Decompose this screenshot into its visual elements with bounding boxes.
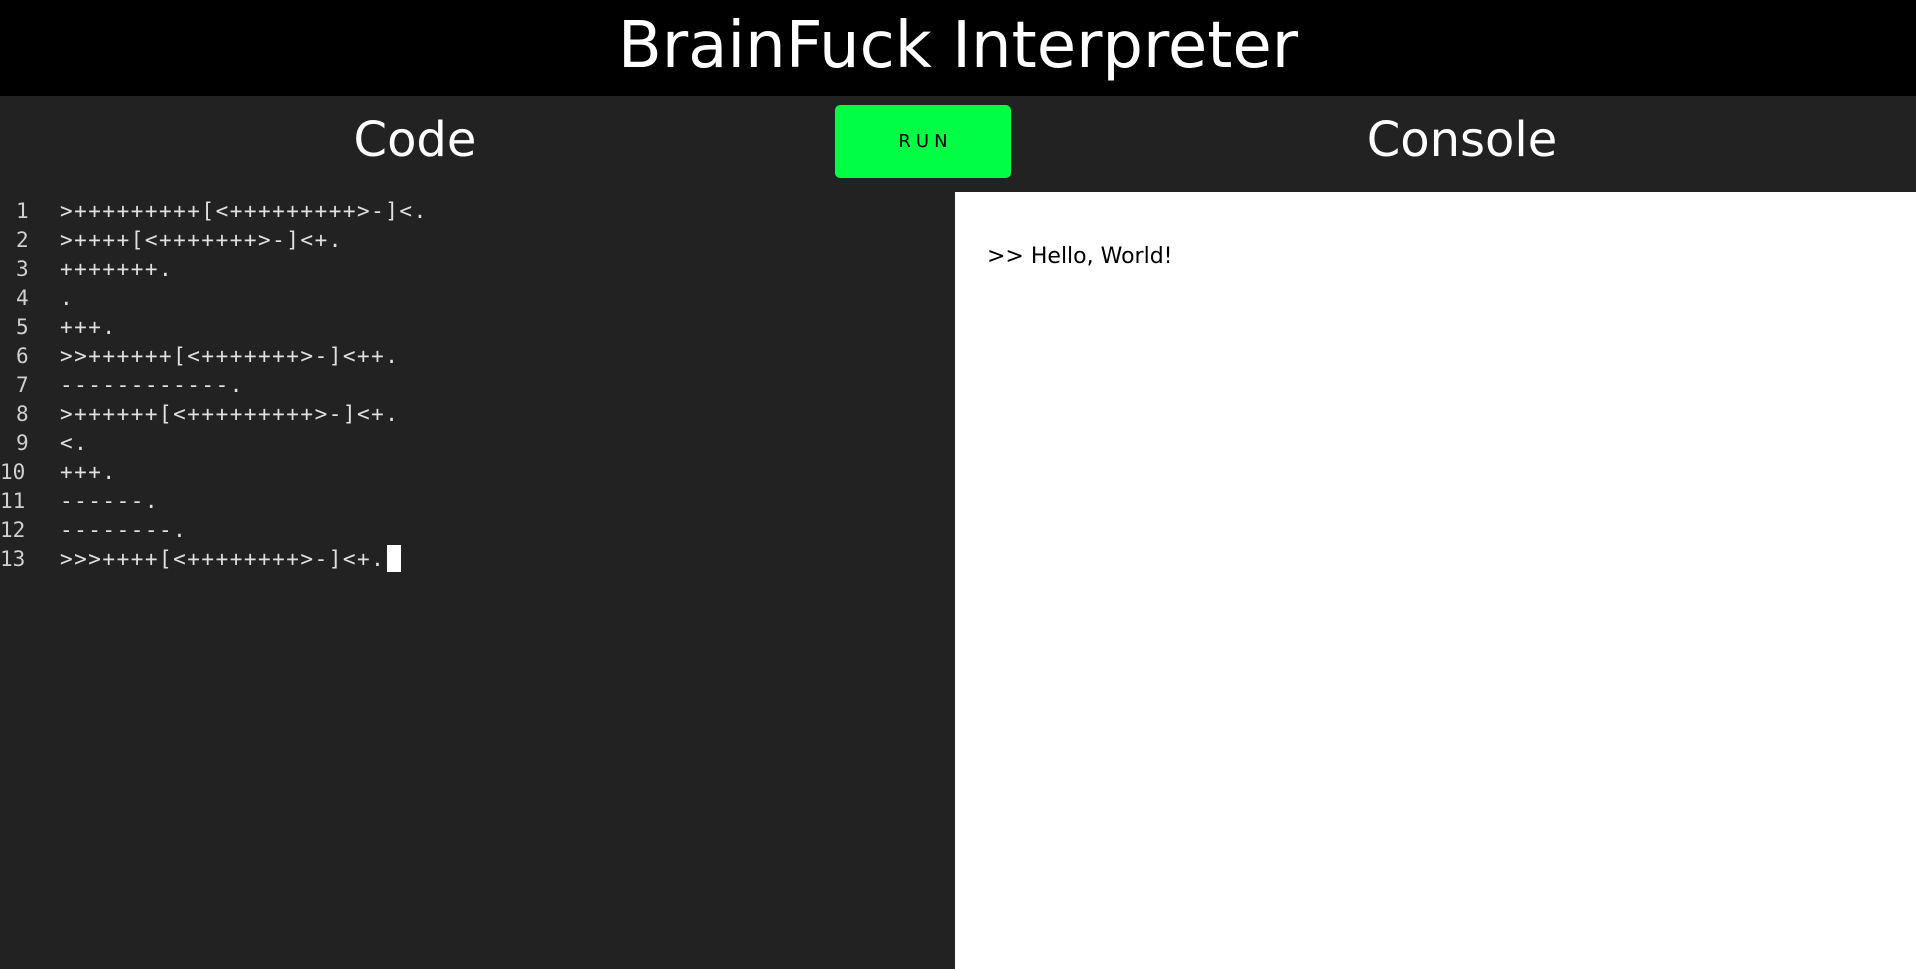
line-number: 11 (0, 489, 26, 513)
line-text[interactable]: >>++++++[<+++++++>-]<++. (60, 342, 399, 371)
run-button[interactable]: RUN (835, 105, 1011, 178)
console-panel: >> Hello, World! (955, 192, 1916, 969)
line-text[interactable]: >+++++++++[<+++++++++>-]<. (60, 197, 428, 226)
code-line[interactable]: 4. (0, 284, 428, 313)
line-number: 5 (16, 315, 29, 339)
code-line[interactable]: 6 >>++++++[<+++++++>-]<++. (0, 342, 428, 371)
line-number: 3 (16, 257, 29, 281)
code-line[interactable]: 12 --------. (0, 516, 428, 545)
line-text[interactable]: <. (60, 429, 88, 458)
line-text[interactable]: >++++[<+++++++>-]<+. (60, 226, 343, 255)
text-cursor (387, 544, 402, 572)
code-line[interactable]: 8 >++++++[<+++++++++>-]<+. (0, 400, 428, 429)
line-number: 6 (16, 344, 29, 368)
line-text[interactable]: ------. (60, 487, 159, 516)
line-text[interactable]: --------. (60, 516, 187, 545)
line-text[interactable]: . (60, 284, 74, 313)
line-text[interactable]: >>>++++[<++++++++>-]<+. (60, 545, 385, 574)
app-header: BrainFuck Interpreter (0, 0, 1916, 96)
code-line[interactable]: 13 >>>++++[<++++++++>-]<+. (0, 544, 428, 574)
toolbar: Code RUN Console (0, 96, 1916, 192)
line-number: 7 (16, 373, 29, 397)
code-panel-title: Code (353, 112, 477, 168)
console-panel-title: Console (1366, 112, 1558, 168)
code-line[interactable]: 7 ------------. (0, 371, 428, 400)
console-output: >> Hello, World! (987, 244, 1173, 269)
code-line[interactable]: 11 ------. (0, 487, 428, 516)
line-text[interactable]: +++. (60, 313, 117, 342)
page-title: BrainFuck Interpreter (617, 9, 1299, 83)
code-lines: 1 >+++++++++[<+++++++++>-]<. 2 >++++[<++++… (0, 197, 428, 574)
line-number: 13 (0, 547, 26, 571)
code-line[interactable]: 2 >++++[<+++++++>-]<+. (0, 226, 428, 255)
line-text[interactable]: ------------. (60, 371, 244, 400)
line-number: 2 (16, 228, 29, 252)
line-text[interactable]: +++++++. (60, 255, 173, 284)
code-line[interactable]: 3 +++++++. (0, 255, 428, 284)
code-editor[interactable]: 1 >+++++++++[<+++++++++>-]<. 2 >++++[<++++… (0, 192, 955, 969)
line-number: 4 (16, 286, 29, 310)
code-line[interactable]: 9 <. (0, 429, 428, 458)
line-number: 1 (16, 199, 29, 223)
code-line[interactable]: 5 +++. (0, 313, 428, 342)
code-line[interactable]: 1 >+++++++++[<+++++++++>-]<. (0, 197, 428, 226)
line-number: 8 (16, 402, 29, 426)
line-number: 12 (0, 518, 26, 542)
code-line[interactable]: 10 +++. (0, 458, 428, 487)
line-text[interactable]: >++++++[<+++++++++>-]<+. (60, 400, 399, 429)
line-number: 9 (16, 431, 29, 455)
line-number: 10 (0, 460, 26, 484)
line-text[interactable]: +++. (60, 458, 117, 487)
